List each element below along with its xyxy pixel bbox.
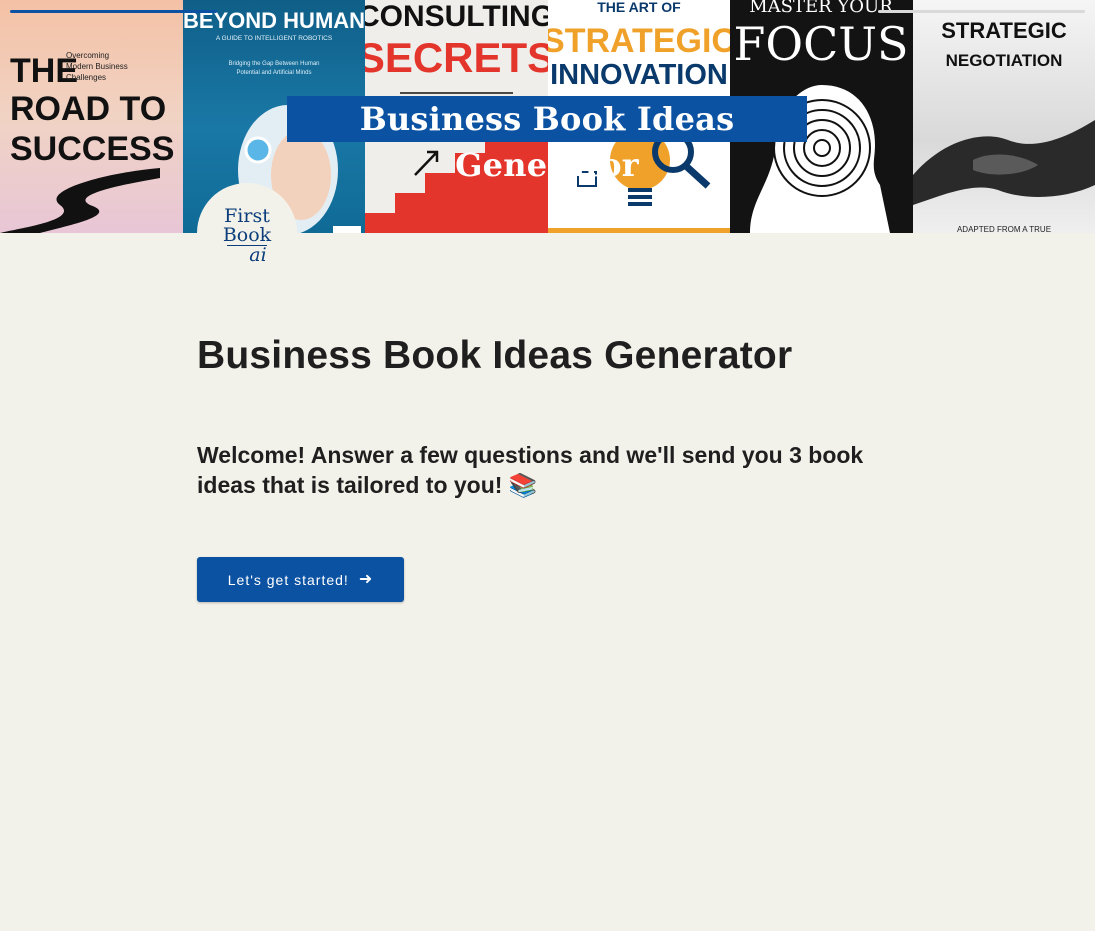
cover1-title-line-2: ROAD TO — [10, 90, 166, 128]
robot-ear — [244, 136, 272, 164]
cover4-title-line-2: STRATEGIC — [548, 22, 730, 60]
cover1-title-line-3: SUCCESS — [10, 130, 174, 168]
book-cover-strategic-negotiation: STRATEGIC NEGOTIATION ADAPTED FROM A TRU… — [913, 0, 1095, 233]
hero-cover-strip: THE ROAD TO SUCCESS Overcoming Modern Bu… — [0, 0, 1095, 233]
cover2-tagline-1: Bridging the Gap Between Human — [228, 61, 319, 67]
get-started-label: Let's get started! — [227, 571, 349, 588]
logo-line-2: Book — [222, 224, 272, 246]
cover6-footer: ADAPTED FROM A TRUE — [957, 225, 1051, 233]
cover5-title-line-1: MASTER YOUR — [749, 0, 893, 17]
book-cover-road-to-success: THE ROAD TO SUCCESS Overcoming Modern Bu… — [0, 0, 183, 233]
cover3-title-line-1: CONSULTING — [365, 0, 548, 33]
cover4-bottom-stripe — [548, 228, 730, 233]
arrow-up-right-icon — [414, 150, 439, 176]
cover3-title-line-2: SECRETS — [365, 34, 548, 81]
cover1-subtitle-3: Challenges — [66, 73, 106, 82]
get-started-button[interactable]: Let's get started! ➜ — [197, 557, 404, 602]
hero-banner-title: Business Book Ideas Generator — [287, 96, 807, 184]
slide-progress-active — [10, 10, 217, 13]
firstbook-logo[interactable]: First Book ai — [197, 183, 297, 283]
cover1-subtitle-1: Overcoming — [66, 51, 109, 60]
welcome-message: Welcome! Answer a few questions and we'l… — [197, 440, 897, 501]
page-title: Business Book Ideas Generator — [197, 334, 793, 377]
road-shape — [0, 168, 160, 233]
logo-wordmark: First Book ai — [197, 183, 297, 265]
cover6-title-line-1: STRATEGIC — [941, 18, 1067, 43]
cover6-title-line-2: NEGOTIATION — [946, 51, 1063, 70]
cover2-subtitle: A GUIDE TO INTELLIGENT ROBOTICS — [216, 35, 333, 42]
slide-progress-idle — [878, 10, 1085, 13]
cover4-title-line-1: THE ART OF — [597, 0, 681, 15]
road-to-success-art: THE ROAD TO SUCCESS Overcoming Modern Bu… — [0, 51, 174, 233]
cover4-title-line-3: INNOVATION — [550, 59, 728, 91]
cover2-tagline-2: Potential and Artificial Minds — [236, 70, 311, 76]
books-icon: 📚 — [508, 473, 538, 499]
logo-line-3: ai — [227, 245, 267, 265]
arrow-right-icon: ➜ — [358, 570, 374, 588]
cover1-subtitle-2: Modern Business — [66, 62, 128, 71]
cover5-title-line-2: FOCUS — [733, 17, 908, 71]
strategic-negotiation-art: STRATEGIC NEGOTIATION ADAPTED FROM A TRU… — [913, 18, 1095, 233]
barcode — [333, 226, 361, 233]
